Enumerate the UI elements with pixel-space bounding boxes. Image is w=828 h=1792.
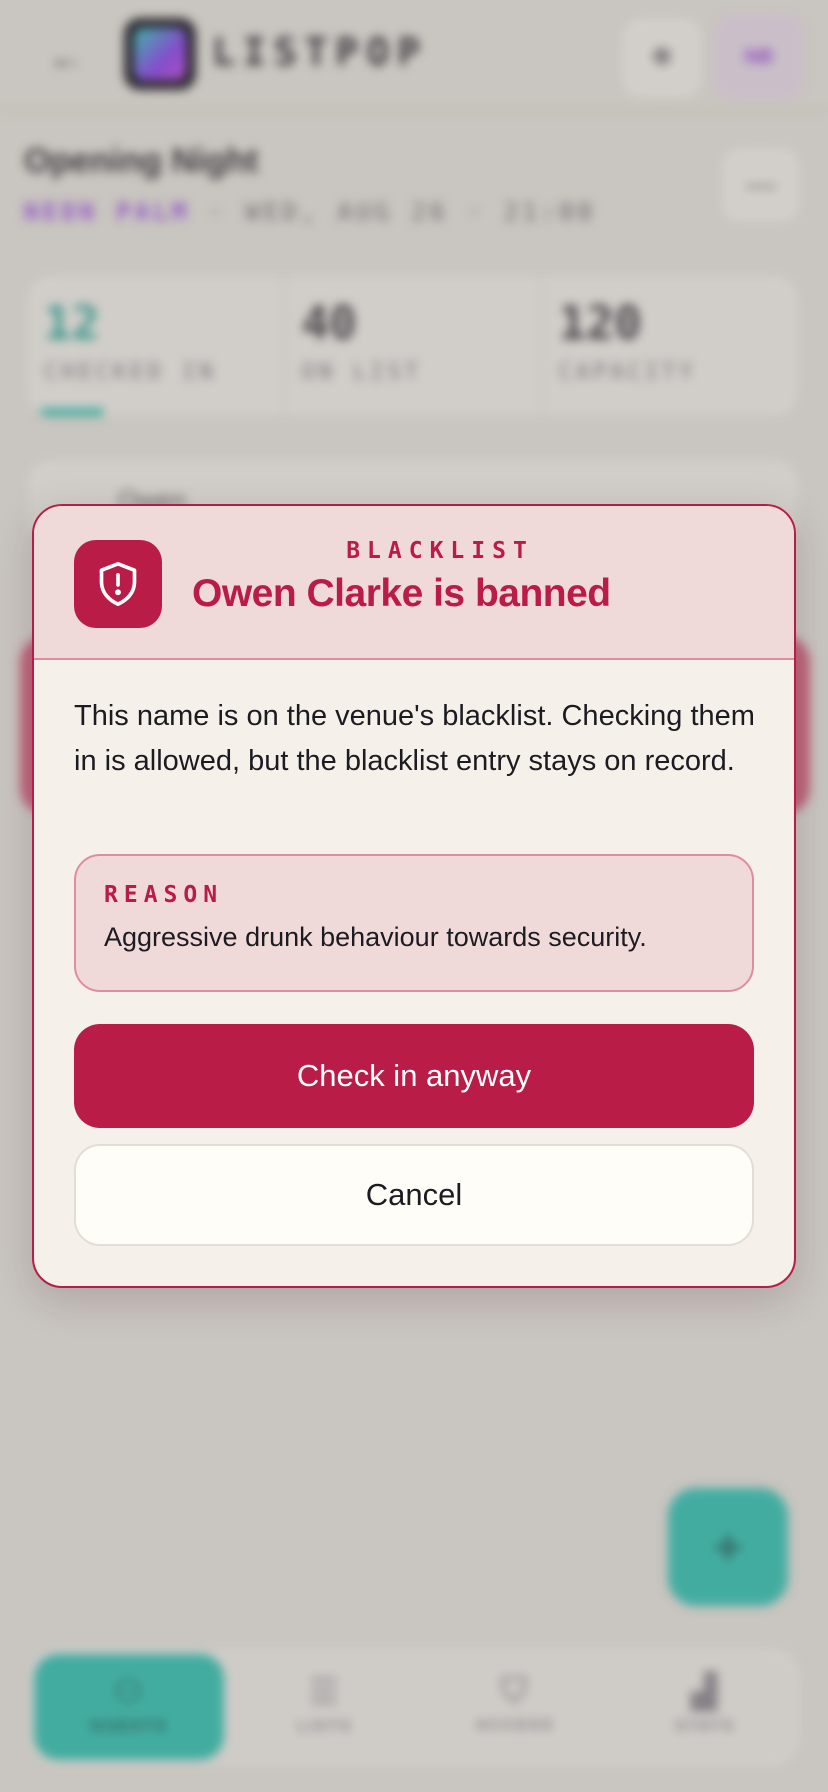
dialog-header: BLACKLIST Owen Clarke is banned xyxy=(34,506,794,660)
dialog-message: This name is on the venue's blacklist. C… xyxy=(74,700,755,777)
reason-box: REASON Aggressive drunk behaviour toward… xyxy=(74,854,754,992)
reason-label: REASON xyxy=(104,882,224,908)
reason-text: Aggressive drunk behaviour towards secur… xyxy=(104,922,647,952)
blacklist-dialog: BLACKLIST Owen Clarke is banned This nam… xyxy=(32,504,796,1288)
check-in-anyway-button[interactable]: Check in anyway xyxy=(74,1024,754,1128)
cancel-button[interactable]: Cancel xyxy=(74,1144,754,1246)
dialog-eyebrow: BLACKLIST xyxy=(346,538,534,564)
dialog-title: Owen Clarke is banned xyxy=(192,572,611,615)
